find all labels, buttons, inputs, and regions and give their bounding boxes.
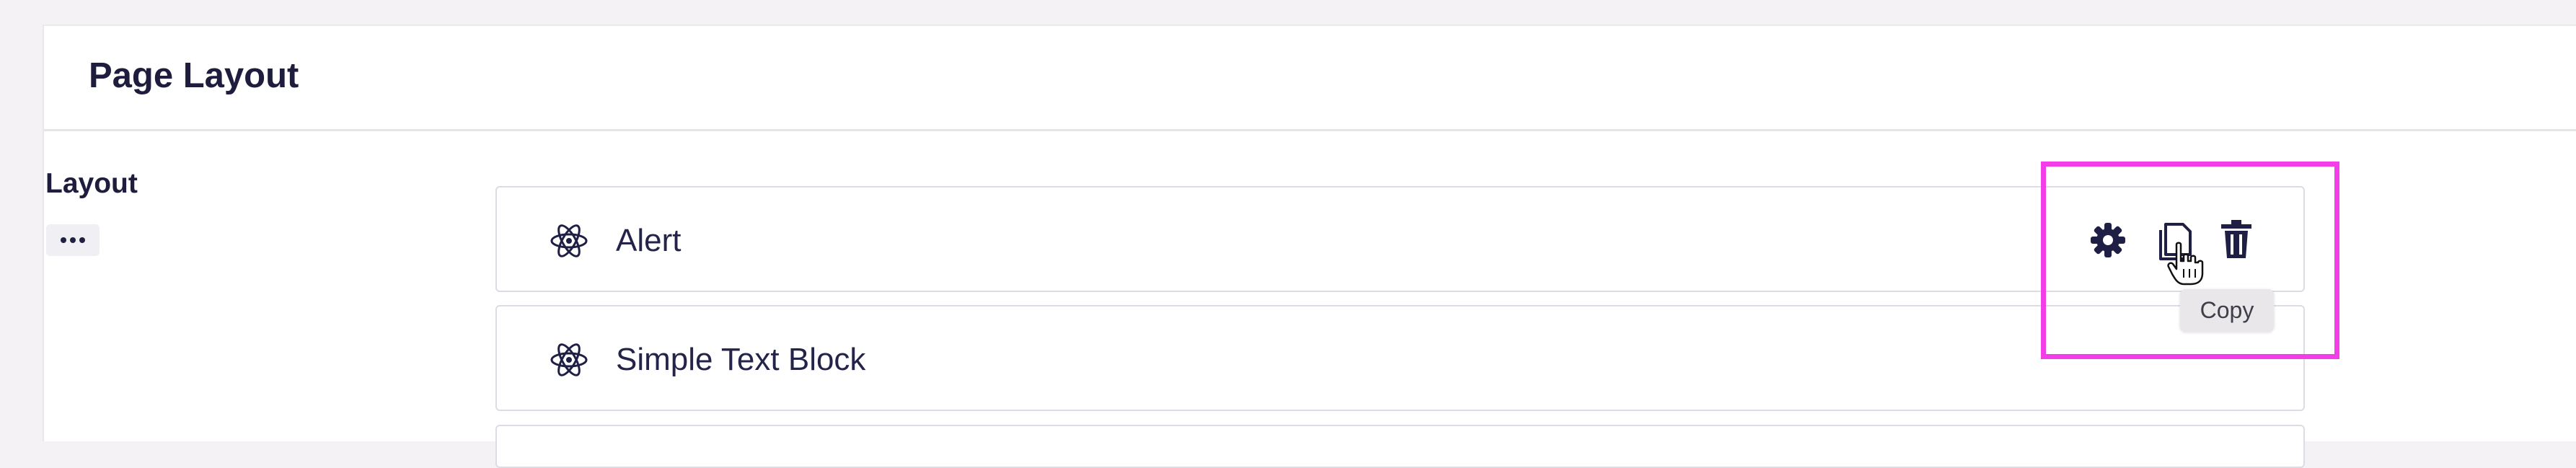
more-options-button[interactable] — [46, 224, 100, 256]
layout-block-partial[interactable] — [495, 425, 2305, 468]
layout-block-alert[interactable]: Alert — [495, 186, 2305, 292]
block-label: Alert — [616, 223, 682, 258]
gear-icon[interactable] — [2088, 219, 2128, 261]
atom-icon — [550, 224, 588, 257]
panel-header: Page Layout — [44, 26, 2576, 131]
more-horizontal-icon — [79, 237, 85, 243]
more-horizontal-icon — [70, 237, 76, 243]
trash-icon[interactable] — [2216, 218, 2257, 260]
copy-tooltip: Copy — [2180, 289, 2274, 332]
more-horizontal-icon — [61, 237, 66, 243]
copy-icon[interactable] — [2155, 220, 2195, 262]
atom-icon — [550, 343, 588, 376]
page-title: Page Layout — [89, 56, 299, 95]
layout-block-simple-text[interactable]: Simple Text Block — [495, 305, 2305, 411]
layout-field-label: Layout — [45, 168, 138, 199]
block-label: Simple Text Block — [616, 342, 866, 377]
